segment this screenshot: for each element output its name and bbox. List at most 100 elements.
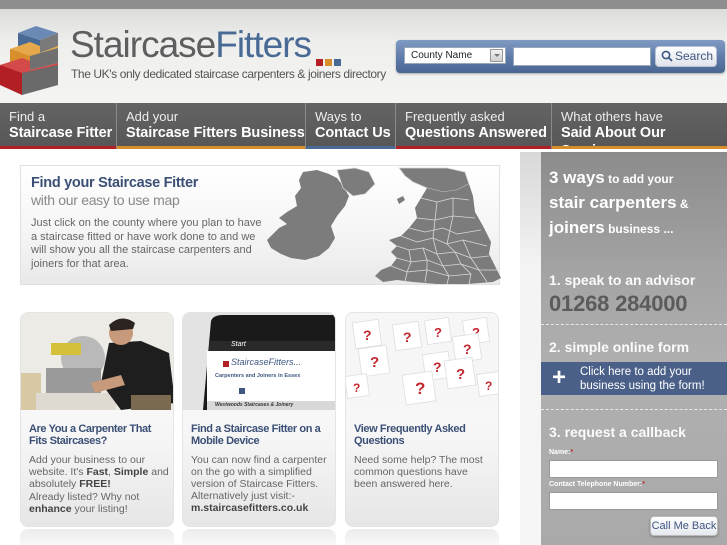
- nav-item-small: Ways to: [315, 109, 362, 124]
- top-strip: [0, 0, 727, 9]
- search-input[interactable]: [513, 47, 651, 66]
- divider: [541, 409, 727, 410]
- nav-accent-bar: [396, 146, 551, 149]
- brand-dot-red: [316, 59, 323, 66]
- card-text: You can now find a carpenter on the go w…: [191, 454, 327, 490]
- step-1-label: 1. speak to an advisor: [549, 272, 696, 288]
- tagline: The UK's only dedicated staircase carpen…: [71, 67, 386, 81]
- card-reflection: [20, 529, 174, 545]
- question-mark-icon: ?: [415, 379, 425, 398]
- question-mark-icon: ?: [403, 329, 412, 345]
- nav-faq[interactable]: Frequently asked Questions Answered: [396, 103, 552, 149]
- map-region-ireland: [267, 170, 349, 260]
- heading-small: &: [676, 197, 689, 211]
- enhance-link[interactable]: enhance: [29, 503, 72, 515]
- text-bold: FREE!: [79, 478, 111, 490]
- advisor-phone-number[interactable]: 01268 284000: [549, 291, 688, 317]
- phone-brand: StaircaseFitters...: [231, 357, 302, 367]
- brand-part-staircase: Staircase: [70, 24, 216, 65]
- card-title: Find a Staircase Fitter on a Mobile Devi…: [191, 423, 321, 447]
- text-bold: Fast: [86, 466, 109, 478]
- text-span: Alternatively just visit:-: [191, 490, 295, 502]
- card-faq[interactable]: ??????????? View Frequently Asked Questi…: [345, 312, 499, 527]
- nav-item-small: What others have: [561, 109, 663, 124]
- brand-logo[interactable]: StaircaseFitters: [70, 23, 312, 67]
- phone-heading: Carpenters and Joiners in Essex: [215, 373, 301, 379]
- step-3-label: 3. request a callback: [549, 424, 686, 440]
- phone-label: Contact Telephone Number:*: [549, 481, 645, 488]
- card-carpenter[interactable]: Are You a Carpenter That Fits Staircases…: [20, 312, 174, 527]
- brand-dot-orange: [325, 59, 332, 66]
- card-text: Alternatively just visit:- m.staircasefi…: [191, 490, 331, 514]
- question-dice-image: ???????????: [346, 313, 498, 410]
- map-panel-subtitle: with our easy to use map: [31, 192, 180, 208]
- brand-part-fitters: Fitters: [215, 24, 312, 65]
- nav-accent-bar: [552, 146, 727, 149]
- map-region-scotland: [398, 167, 470, 193]
- search-bar: County Name Search: [396, 40, 725, 73]
- nav-add-business[interactable]: Add your Staircase Fitters Business: [117, 103, 306, 149]
- phone-start-label: Start: [231, 341, 246, 348]
- heading-large: joiners: [549, 218, 605, 237]
- search-button-label: Search: [675, 49, 714, 63]
- nav-item-small: Frequently asked: [405, 109, 505, 124]
- chevron-down-icon[interactable]: [490, 49, 503, 62]
- phone-label-text: Contact Telephone Number:: [549, 481, 643, 488]
- name-input[interactable]: [549, 460, 718, 478]
- add-business-form-button[interactable]: + Click here to add your business using …: [541, 362, 727, 395]
- question-mark-icon: ?: [456, 366, 465, 383]
- nav-item-small: Find a: [9, 109, 46, 124]
- county-select[interactable]: County Name: [404, 47, 506, 64]
- mobile-site-link[interactable]: m.staircasefitters.co.uk: [191, 502, 308, 514]
- nav-testimonials[interactable]: What others have Said About Our Services: [552, 103, 727, 159]
- map-region-england-wales: [375, 184, 501, 284]
- county-select-value: County Name: [411, 50, 473, 61]
- heading-large: stair carpenters: [549, 193, 677, 212]
- text-span: your listing!: [71, 503, 128, 515]
- question-mark-icon: ?: [434, 325, 442, 340]
- map-panel-description: Just click on the county where you plan …: [31, 217, 262, 270]
- brand-dot-blue: [334, 59, 341, 66]
- question-mark-icon: ?: [433, 359, 442, 375]
- map-region-isle-of-man: [397, 196, 405, 204]
- card-title: Are You a Carpenter That Fits Staircases…: [29, 423, 152, 447]
- required-mark: *: [570, 449, 574, 456]
- nav-find-staircase-fitter[interactable]: Find a Staircase Fitter: [0, 103, 117, 149]
- search-icon: [661, 50, 673, 62]
- phone-listing: Westwoods Staircases & Joinery: [215, 402, 294, 408]
- card-text: Add your business to our website. It's F…: [29, 454, 169, 490]
- text-bold: Simple: [113, 466, 149, 478]
- step-2-label: 2. simple online form: [549, 339, 690, 355]
- nav-accent-bar: [306, 146, 395, 149]
- card-text: Already listed? Why not enhance your lis…: [29, 491, 169, 515]
- heading-large: 3 ways: [549, 168, 605, 187]
- nav-item-small: Add your: [126, 109, 179, 124]
- question-mark-icon: ?: [363, 327, 372, 343]
- card-mobile[interactable]: Start StaircaseFitters... Carpenters and…: [182, 312, 336, 527]
- card-reflection: [345, 529, 499, 545]
- name-label-text: Name:: [549, 449, 571, 456]
- nav-item-big: Staircase Fitters Business: [126, 125, 305, 141]
- main-nav: Find a Staircase Fitter Add your Stairca…: [0, 103, 727, 159]
- search-button[interactable]: Search: [655, 46, 717, 67]
- map-panel: Find your Staircase Fitter with our easy…: [20, 165, 501, 286]
- card-reflection: [182, 529, 336, 545]
- name-label: Name:*: [549, 449, 573, 456]
- phone-input[interactable]: [549, 492, 718, 510]
- call-me-back-button[interactable]: Call Me Back: [650, 516, 718, 536]
- card-title: View Frequently Asked Questions: [354, 423, 466, 447]
- question-mark-icon: ?: [463, 341, 472, 357]
- form-button-label: Click here to add your business using th…: [580, 366, 705, 392]
- text-span: Already listed? Why not: [29, 491, 140, 503]
- required-mark: *: [642, 481, 645, 488]
- divider: [541, 324, 727, 325]
- staircase-logo-icon[interactable]: [0, 23, 66, 98]
- question-mark-icon: ?: [485, 379, 492, 393]
- map-panel-title: Find your Staircase Fitter: [31, 175, 199, 191]
- nav-contact-us[interactable]: Ways to Contact Us: [306, 103, 396, 149]
- nav-item-big: Questions Answered: [405, 125, 547, 141]
- heading-small: to add your: [604, 172, 674, 186]
- mobile-phone-image: Start StaircaseFitters... Carpenters and…: [183, 313, 335, 410]
- county-map[interactable]: [257, 166, 501, 286]
- sidebar-add-business: 3 ways to add your stair carpenters & jo…: [541, 152, 727, 545]
